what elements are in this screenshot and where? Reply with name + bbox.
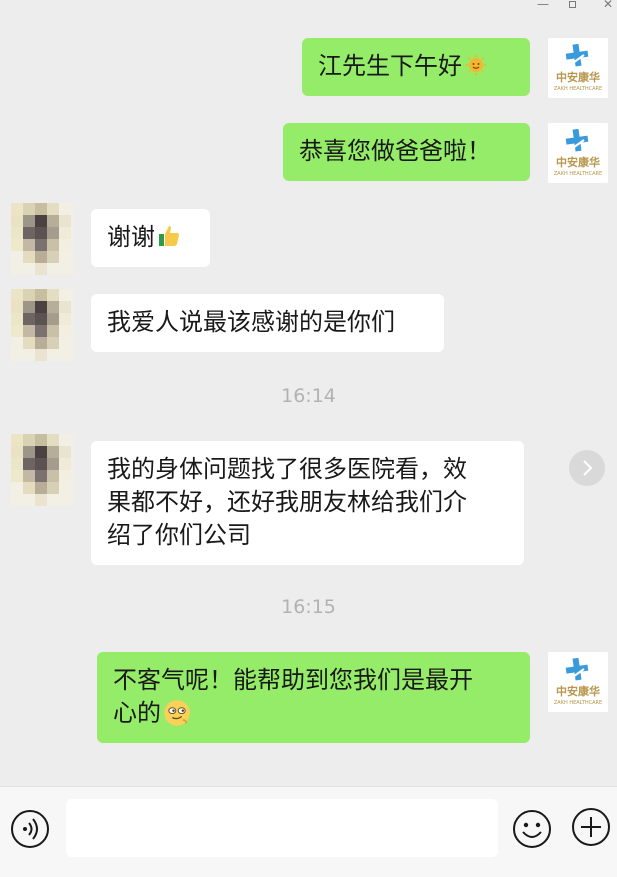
- plus-icon: [572, 808, 610, 846]
- avatar-contact[interactable]: [11, 434, 73, 506]
- avatar-zakh[interactable]: 中安康华 ZAKH HEALTHCARE: [548, 38, 608, 98]
- smirk-face-icon: [164, 700, 190, 726]
- forward-button[interactable]: [569, 450, 605, 486]
- minimize-button[interactable]: —: [537, 0, 549, 11]
- emoji-button[interactable]: [512, 809, 552, 849]
- message-bubble-received[interactable]: 我爱人说最该感谢的是你们: [91, 294, 444, 352]
- sun-face-icon: [465, 54, 487, 76]
- close-button[interactable]: ✕: [603, 0, 613, 11]
- message-line: 我的身体问题找了很多医院看，效: [107, 455, 467, 483]
- avatar-contact[interactable]: [11, 289, 73, 361]
- message-line-with-emoji: 心的: [113, 697, 514, 730]
- maximize-button[interactable]: [569, 0, 576, 11]
- svg-text:ZAKH HEALTHCARE: ZAKH HEALTHCARE: [554, 700, 602, 706]
- timestamp: 16:15: [281, 596, 336, 618]
- voice-button[interactable]: [10, 809, 50, 849]
- chevron-right-icon: [583, 460, 593, 476]
- thumbs-up-icon: [159, 226, 179, 246]
- message-text: 我爱人说最该感谢的是你们: [107, 308, 395, 336]
- svg-text:中安康华: 中安康华: [556, 155, 600, 169]
- svg-text:中安康华: 中安康华: [556, 70, 600, 84]
- message-text: 恭喜您做爸爸啦！: [299, 137, 491, 165]
- more-button[interactable]: [571, 807, 611, 847]
- message-text: 江先生下午好: [318, 52, 462, 80]
- timestamp: 16:14: [281, 385, 336, 407]
- message-text: 谢谢: [107, 223, 155, 251]
- avatar-zakh[interactable]: 中安康华 ZAKH HEALTHCARE: [548, 652, 608, 712]
- emoji-icon: [513, 810, 551, 848]
- message-line: 不客气呢！能帮助到您我们是最开: [113, 666, 473, 694]
- svg-text:中安康华: 中安康华: [556, 684, 600, 698]
- avatar-zakh[interactable]: 中安康华 ZAKH HEALTHCARE: [548, 123, 608, 183]
- avatar-contact[interactable]: [11, 203, 73, 275]
- message-line: 果都不好，还好我朋友林给我们介: [107, 488, 467, 516]
- input-bar: [0, 786, 617, 877]
- voice-icon: [11, 810, 49, 848]
- message-bubble-received[interactable]: 我的身体问题找了很多医院看，效 果都不好，还好我朋友林给我们介 绍了你们公司: [91, 441, 524, 565]
- message-bubble-received[interactable]: 谢谢: [91, 209, 210, 267]
- svg-text:ZAKH HEALTHCARE: ZAKH HEALTHCARE: [554, 86, 602, 92]
- maximize-icon: [569, 1, 576, 8]
- message-bubble-sent[interactable]: 不客气呢！能帮助到您我们是最开 心的: [97, 652, 530, 743]
- message-bubble-sent[interactable]: 恭喜您做爸爸啦！: [283, 123, 530, 181]
- window-titlebar: — ✕: [0, 0, 617, 12]
- message-line: 绍了你们公司: [107, 521, 251, 549]
- svg-text:ZAKH HEALTHCARE: ZAKH HEALTHCARE: [554, 171, 602, 177]
- message-line: 心的: [113, 699, 161, 727]
- message-bubble-sent[interactable]: 江先生下午好: [302, 38, 530, 96]
- message-input[interactable]: [66, 799, 498, 857]
